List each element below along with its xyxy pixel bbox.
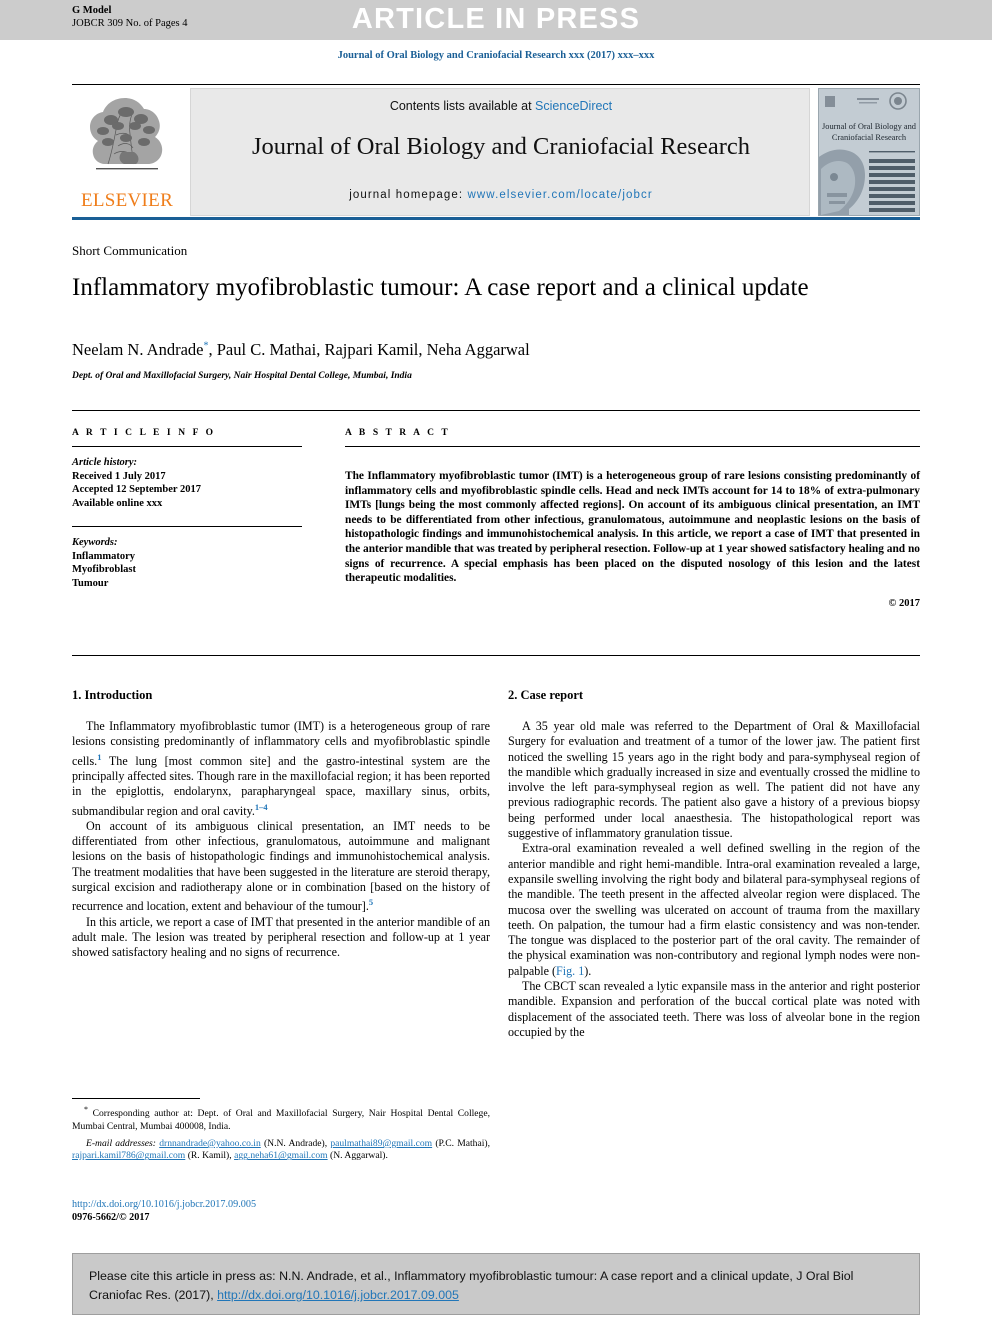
email-link-kamil[interactable]: rajpari.kamil786@gmail.com (72, 1150, 185, 1161)
footnote-rule (72, 1098, 200, 1099)
masthead-center-panel: Contents lists available at ScienceDirec… (190, 88, 810, 216)
issn-copyright-line: 0976-5662/© 2017 (72, 1212, 150, 1223)
sciencedirect-link[interactable]: ScienceDirect (535, 99, 612, 113)
abstract-heading: A B S T R A C T (345, 428, 451, 438)
article-accepted-date: Accepted 12 September 2017 (72, 484, 201, 495)
introduction-paragraph-3: In this article, we report a case of IMT… (72, 914, 490, 960)
citation-ref-1-4[interactable]: 1–4 (255, 802, 268, 812)
case-p2-part-a: Extra-oral examination revealed a well d… (508, 841, 920, 978)
elsevier-logo: ELSEVIER (72, 88, 182, 216)
article-info-column: A R T I C L E I N F O Article history: R… (72, 428, 302, 590)
email-owner-andrade: (N.N. Andrade) (263, 1138, 325, 1149)
contents-prefix: Contents lists available at (389, 99, 536, 113)
page-title: Inflammatory myofibroblastic tumour: A c… (72, 274, 809, 301)
article-section-type: Short Communication (72, 243, 188, 258)
journal-running-head: Journal of Oral Biology and Craniofacial… (337, 50, 655, 61)
footnote-star-marker: * (84, 1105, 88, 1114)
article-info-heading: A R T I C L E I N F O (72, 428, 216, 438)
corresponding-address: Corresponding author at: Dept. of Oral a… (72, 1108, 490, 1132)
abstract-band-bottom-rule (72, 655, 920, 656)
email-link-andrade[interactable]: drnnandrade@yahoo.co.in (159, 1138, 261, 1149)
cite-doi-link[interactable]: http://dx.doi.org/10.1016/j.jobcr.2017.0… (217, 1288, 459, 1302)
article-doi-link[interactable]: http://dx.doi.org/10.1016/j.jobcr.2017.0… (72, 1198, 490, 1211)
cover-title-line1: Journal of Oral Biology and (822, 122, 917, 131)
article-received-date: Received 1 July 2017 (72, 470, 166, 482)
email-owner-mathai: (P.C. Mathai) (435, 1138, 488, 1149)
elsevier-tree-icon (90, 98, 163, 170)
body-column-right: 2. Case report A 35 year old male was re… (508, 688, 920, 1040)
article-info-divider (72, 446, 302, 447)
author-rest: , Paul C. Mathai, Rajpari Kamil, Neha Ag… (208, 340, 530, 359)
case-p2-part-b: ). (584, 963, 592, 978)
email-addresses-label: E-mail addresses: (86, 1138, 156, 1149)
cite-text-body: Please cite this article in press as: N.… (89, 1269, 854, 1302)
journal-cover-thumbnail: Journal of Oral Biology and Craniofacial… (818, 88, 920, 216)
email-link-aggarwal[interactable]: agg.neha61@gmail.com (234, 1150, 328, 1161)
keyword-item: Myofibroblast (72, 564, 136, 576)
email-link-mathai[interactable]: paulmathai89@gmail.com (330, 1138, 432, 1149)
elsevier-wordmark: ELSEVIER (80, 190, 174, 211)
introduction-paragraph-2: On account of its ambiguous clinical pre… (72, 819, 490, 915)
author-first: Neelam N. Andrade (72, 340, 204, 359)
doi-issn-block: http://dx.doi.org/10.1016/j.jobcr.2017.0… (72, 1198, 490, 1224)
abstract-text: The Inflammatory myofibroblastic tumor (… (345, 470, 920, 585)
article-history-label: Article history: (72, 457, 138, 468)
keywords-block: Keywords: Inflammatory Myofibroblast Tum… (72, 536, 302, 590)
homepage-url-link[interactable]: www.elsevier.com/locate/jobcr (467, 189, 652, 201)
abstract-copyright: © 2017 (888, 597, 920, 609)
case-report-paragraph-2: Extra-oral examination revealed a well d… (508, 841, 920, 979)
body-column-left: 1. Introduction The Inflammatory myofibr… (72, 688, 490, 961)
keywords-label: Keywords: (72, 537, 118, 549)
corresponding-author-footnote: * Corresponding author at: Dept. of Oral… (72, 1098, 490, 1163)
article-in-press-text: ARTICLE IN PRESS (351, 3, 641, 35)
introduction-heading: 1. Introduction (72, 688, 153, 702)
abstract-column: A B S T R A C T The Inflammatory myofibr… (345, 428, 920, 609)
article-available-online: Available online xxx (72, 497, 163, 509)
citation-ref-5[interactable]: 5 (369, 897, 373, 907)
figure-1-link[interactable]: Fig. 1 (556, 964, 584, 978)
intro-p1-part-b: The lung [most common site] and the gast… (72, 753, 490, 818)
email-owner-kamil: (R. Kamil) (187, 1150, 230, 1162)
introduction-paragraph-1: The Inflammatory myofibroblastic tumor (… (72, 719, 490, 819)
email-owner-aggarwal: (N. Aggarwal) (330, 1150, 386, 1162)
author-affiliation: Dept. of Oral and Maxillofacial Surgery,… (72, 371, 412, 381)
cover-title-line2: Craniofacial Research (832, 133, 907, 142)
homepage-label: journal homepage: (349, 189, 468, 201)
journal-homepage-line: journal homepage: www.elsevier.com/locat… (191, 189, 811, 201)
email-addresses-line: E-mail addresses: drnnandrade@yahoo.co.i… (72, 1138, 490, 1162)
case-report-paragraph-3: The CBCT scan revealed a lytic expansile… (508, 979, 920, 1039)
intro-p2-part-a: On account of its ambiguous clinical pre… (72, 818, 490, 914)
journal-title: Journal of Oral Biology and Craniofacial… (251, 133, 750, 160)
keyword-item: Inflammatory (72, 550, 135, 562)
case-report-heading: 2. Case report (508, 688, 584, 702)
author-list: Neelam N. Andrade*, Paul C. Mathai, Rajp… (72, 340, 872, 360)
cite-this-article-box: Please cite this article in press as: N.… (72, 1253, 920, 1315)
case-report-paragraph-1: A 35 year old male was referred to the D… (508, 719, 920, 841)
corresponding-author-text: * Corresponding author at: Dept. of Oral… (72, 1104, 490, 1133)
keywords-divider (72, 526, 302, 528)
article-history-block: Article history: Received 1 July 2017 Ac… (72, 456, 302, 510)
cite-this-article-text: Please cite this article in press as: N.… (89, 1267, 907, 1305)
contents-available-line: Contents lists available at ScienceDirec… (191, 99, 811, 113)
abstract-divider (345, 446, 920, 447)
abstract-band-top-rule (72, 410, 920, 411)
journal-cover-image: Journal of Oral Biology and Craniofacial… (819, 89, 919, 215)
keyword-item: Tumour (72, 577, 109, 589)
journal-masthead: ELSEVIER Contents lists available at Sci… (72, 84, 920, 220)
